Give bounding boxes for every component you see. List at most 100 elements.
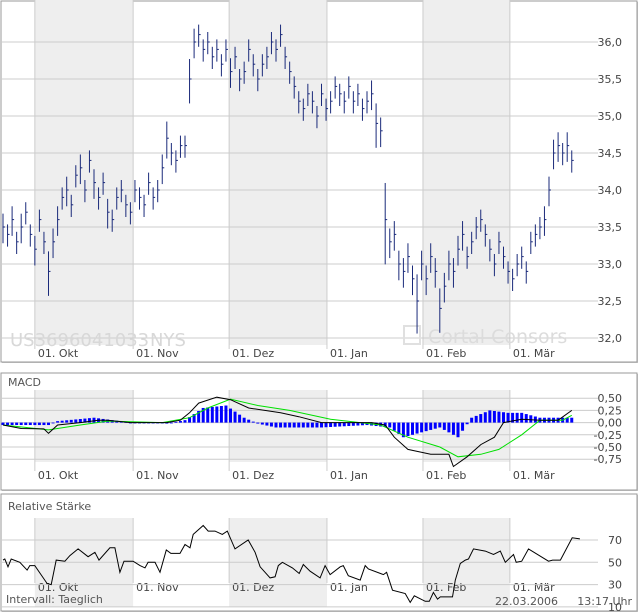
macd-histogram-bar [338,422,342,427]
y-tick-label: 34,5 [598,147,623,160]
macd-histogram-bar [19,422,23,426]
macd-histogram-bar [256,422,260,424]
x-tick-label: 01. Mär [513,469,555,482]
macd-histogram-bar [406,422,410,437]
x-tick-label: 01. Mär [513,347,555,360]
macd-histogram-bar [24,422,28,426]
y-tick-label: 50 [608,556,622,569]
macd-histogram-bar [33,422,37,426]
macd-histogram-bar [183,420,187,423]
macd-histogram-bar [515,412,519,423]
x-tick-label: 01. Feb [426,581,466,594]
macd-histogram-bar [69,419,73,423]
month-shade-band [34,390,134,462]
stock-chart: 01. Okt 01. Nov 01. Dez 01. Jan 01. Feb 01. M… [0,0,638,614]
y-tick-label: 35,0 [598,110,623,123]
y-tick-label: 33,5 [598,221,623,234]
macd-histogram-bar [411,422,414,435]
watermark-brand: Cortal Consors [428,326,567,348]
macd-histogram-bar [288,422,292,428]
macd-histogram-bar [42,422,46,426]
macd-histogram-bar [451,422,455,435]
macd-histogram-bar [333,422,337,427]
macd-histogram-bar [461,422,465,431]
macd-histogram-bar [233,411,237,423]
macd-histogram-bar [488,410,492,423]
macd-histogram-bar [206,407,210,423]
macd-histogram-bar [306,422,310,428]
macd-histogram-bar [415,422,419,434]
macd-title: MACD [8,376,41,389]
macd-histogram-bar [570,417,574,423]
rsi-title: Relative Stärke [8,500,91,513]
macd-histogram-bar [260,422,264,425]
y-tick-label: 30 [608,579,622,592]
macd-histogram-bar [10,422,14,426]
x-tick-label: 01. Dez [232,469,274,482]
macd-histogram-bar [492,411,496,423]
macd-histogram-bar [465,422,469,425]
y-tick-label: 70 [608,534,622,547]
macd-histogram-bar [242,417,246,423]
macd-histogram-bar [324,422,328,428]
macd-histogram-bar [329,422,333,427]
macd-histogram-bar [279,422,283,428]
y-tick-label: 35,5 [598,73,623,86]
macd-histogram-bar [28,422,32,426]
x-tick-label: 01. Okt [38,469,79,482]
macd-histogram-bar [65,420,69,423]
macd-histogram-bar [420,422,424,433]
macd-histogram-bar [56,421,60,423]
macd-histogram-bar [15,422,19,426]
y-tick-label: -0,75 [594,453,622,466]
y-tick-label: 32,0 [598,332,623,345]
time-label: 13:17 Uhr [577,595,632,608]
macd-histogram-bar [438,422,442,428]
macd-histogram-bar [301,422,305,428]
macd-histogram-bar [442,422,446,430]
macd-histogram-bar [310,422,314,428]
macd-histogram-bar [497,411,501,423]
y-tick-label: 34,0 [598,184,623,197]
macd-histogram-bar [247,419,251,423]
macd-histogram-bar [60,420,64,423]
macd-histogram-bar [6,422,10,426]
macd-histogram-bar [347,422,351,427]
y-tick-label: -0,25 [594,429,622,442]
x-tick-label: 01. Nov [136,581,179,594]
y-tick-label: -0,50 [594,441,622,454]
macd-histogram-bar [37,422,41,426]
macd-histogram-bar [520,412,524,423]
macd-histogram-bar [229,408,232,423]
macd-histogram-bar [210,406,214,423]
y-tick-label: 0,50 [598,392,623,405]
macd-histogram-bar [502,412,505,423]
macd-histogram-bar [524,414,528,423]
macd-histogram-bar [51,422,55,424]
macd-histogram-bar [174,421,178,423]
interval-label: Intervall: Taeglich [6,593,103,606]
x-tick-label: 01. Feb [426,347,466,360]
macd-histogram-bar [47,422,50,426]
macd-histogram-bar [447,422,451,433]
macd-histogram-bar [265,422,269,426]
month-shade-band [34,0,134,345]
macd-histogram-bar [392,422,396,431]
x-tick-label: 01. Mär [513,581,555,594]
macd-histogram-bar [269,422,273,427]
macd-histogram-bar [215,406,219,423]
macd-histogram-bar [219,406,223,423]
macd-histogram-bar [433,422,437,429]
y-tick-label: 36,0 [598,36,623,49]
macd-histogram-bar [292,422,296,428]
y-tick-label: 0,25 [598,404,623,417]
macd-histogram-bar [429,422,433,430]
macd-histogram-bar [297,422,301,428]
macd-histogram-bar [238,414,242,423]
macd-histogram-bar [74,419,78,423]
macd-histogram-bar [169,422,173,424]
macd-histogram-bar [529,415,533,423]
macd-histogram-bar [456,422,460,438]
macd-histogram-bar [470,417,474,423]
x-tick-label: 01. Jan [330,469,368,482]
